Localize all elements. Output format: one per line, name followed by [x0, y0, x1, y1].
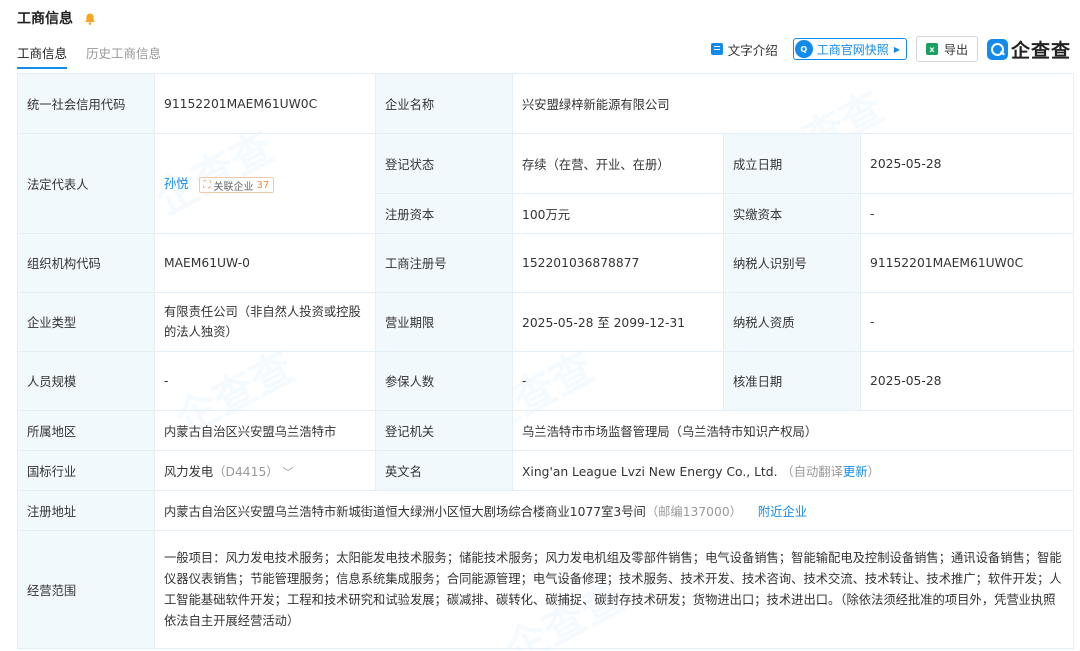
export-label: 导出 — [943, 42, 968, 57]
table-row: 法定代表人 孙悦 ⛶ 关联企业 37 登记状态 存续（在营、开业、在册） 成立日… — [17, 133, 1075, 234]
reg-status-label: 登记状态 — [375, 133, 513, 194]
region-value: 内蒙古自治区兴安盟乌兰浩特市 — [154, 410, 376, 451]
snapshot-badge-icon: Q — [794, 40, 813, 58]
reg-authority-value: 乌兰浩特市市场监督管理局（乌兰浩特市知识产权局） — [511, 410, 1075, 451]
biz-term-label: 营业期限 — [375, 292, 513, 352]
english-name-label: 英文名 — [375, 450, 513, 491]
bell-icon[interactable] — [83, 11, 97, 25]
scope-label: 经营范围 — [17, 530, 155, 649]
qichacha-logo: 企查查 — [986, 36, 1071, 63]
excel-icon: x — [925, 43, 938, 55]
tab-history-business-info[interactable]: 历史工商信息 — [86, 43, 161, 69]
industry-code: （D4415） — [213, 464, 279, 479]
table-row: 经营范围 一般项目：风力发电技术服务；太阳能发电技术服务；储能技术服务；风力发电… — [17, 530, 1075, 649]
table-row: 企业类型 有限责任公司（非自然人投资或控股的法人独资） 营业期限 2025-05… — [17, 292, 1075, 352]
nearby-companies-link[interactable]: 附近企业 — [758, 505, 807, 519]
english-name-value: Xing'an League Lvzi New Energy Co., Ltd. — [522, 464, 778, 479]
org-code-value: MAEM61UW-0 — [154, 233, 376, 293]
section-title: 工商信息 — [17, 11, 73, 27]
approval-date-value: 2025-05-28 — [859, 351, 1075, 411]
industry-cell[interactable]: 风力发电（D4415） ﹀ — [154, 450, 376, 491]
chevron-down-icon[interactable]: ﹀ — [282, 466, 293, 479]
established-value: 2025-05-28 — [859, 133, 1075, 194]
business-info-table: 统一社会信用代码 91152201MAEM61UW0C 企业名称 兴安盟绿梓新能… — [17, 73, 1075, 649]
address-cell: 内蒙古自治区兴安盟乌兰浩特市新城街道恒大绿洲小区恒大剧场综合楼商业1077室3号… — [153, 490, 1075, 531]
text-intro-label: 文字介绍 — [727, 42, 778, 58]
credit-code-value: 91152201MAEM61UW0C — [154, 73, 376, 134]
logo-mark-icon — [986, 38, 1008, 60]
org-code-label: 组织机构代码 — [17, 233, 155, 293]
table-row: 人员规模 - 参保人数 - 核准日期 2025-05-28 — [17, 351, 1075, 411]
toolbar: 文字介绍 Q 工商官网快照 ▶ x 导出 企查查 — [710, 36, 1071, 63]
legal-rep-cell: 孙悦 ⛶ 关联企业 37 — [154, 133, 376, 234]
taxpayer-id-label: 纳税人识别号 — [723, 233, 861, 293]
company-name-label: 企业名称 — [375, 73, 513, 134]
play-arrow-icon: ▶ — [893, 44, 900, 54]
tab-bar: 工商信息 历史工商信息 — [17, 43, 180, 69]
table-row: 国标行业 风力发电（D4415） ﹀ 英文名 Xing'an League Lv… — [17, 450, 1075, 491]
section-header: 工商信息 — [17, 8, 97, 28]
text-intro-button[interactable]: 文字介绍 — [710, 40, 778, 59]
industry-value: 风力发电 — [164, 464, 214, 479]
auto-translate-close: ） — [867, 464, 880, 479]
address-label: 注册地址 — [17, 490, 155, 531]
credit-code-label: 统一社会信用代码 — [17, 73, 155, 134]
staff-size-label: 人员规模 — [17, 351, 155, 411]
export-button[interactable]: x 导出 — [915, 36, 978, 62]
english-name-cell: Xing'an League Lvzi New Energy Co., Ltd.… — [511, 450, 1075, 491]
snapshot-label: 工商官网快照 — [816, 42, 889, 57]
document-icon — [710, 43, 723, 55]
related-count: 37 — [256, 179, 270, 191]
tab-business-info[interactable]: 工商信息 — [17, 43, 68, 69]
taxpayer-id-value: 91152201MAEM61UW0C — [859, 233, 1075, 293]
reg-no-value: 152201036878877 — [512, 233, 724, 293]
reg-authority-label: 登记机关 — [375, 410, 513, 451]
staff-size-value: - — [154, 351, 376, 411]
table-row: 组织机构代码 MAEM61UW-0 工商注册号 152201036878877 … — [17, 233, 1075, 293]
postcode: （邮编137000） — [645, 504, 742, 519]
region-label: 所属地区 — [17, 410, 155, 451]
legal-rep-label: 法定代表人 — [17, 133, 155, 234]
company-name-value: 兴安盟绿梓新能源有限公司 — [511, 73, 1075, 134]
table-row: 统一社会信用代码 91152201MAEM61UW0C 企业名称 兴安盟绿梓新能… — [17, 73, 1075, 134]
biz-term-value: 2025-05-28 至 2099-12-31 — [512, 292, 724, 352]
reg-capital-label: 注册资本 — [375, 193, 513, 234]
insured-label: 参保人数 — [375, 351, 513, 411]
reg-status-value: 存续（在营、开业、在册） — [512, 133, 724, 194]
company-type-value: 有限责任公司（非自然人投资或控股的法人独资） — [154, 292, 376, 352]
reg-capital-value: 100万元 — [512, 193, 724, 234]
address-value: 内蒙古自治区兴安盟乌兰浩特市新城街道恒大绿洲小区恒大剧场综合楼商业1077室3号… — [164, 504, 646, 519]
auto-translate-note: （自动翻译 — [781, 464, 843, 479]
related-companies-badge[interactable]: ⛶ 关联企业 37 — [198, 177, 275, 194]
taxpayer-qual-value: - — [859, 292, 1075, 352]
logo-text: 企查查 — [1010, 39, 1071, 62]
legal-rep-link[interactable]: 孙悦 — [164, 177, 189, 191]
table-row: 所属地区 内蒙古自治区兴安盟乌兰浩特市 登记机关 乌兰浩特市市场监督管理局（乌兰… — [17, 410, 1075, 451]
taxpayer-qual-label: 纳税人资质 — [723, 292, 861, 352]
insured-value: - — [512, 351, 724, 411]
company-type-label: 企业类型 — [17, 292, 155, 352]
table-row: 注册地址 内蒙古自治区兴安盟乌兰浩特市新城街道恒大绿洲小区恒大剧场综合楼商业10… — [17, 490, 1075, 531]
paid-capital-label: 实缴资本 — [723, 193, 861, 234]
paid-capital-value: - — [859, 193, 1075, 234]
related-label: 关联企业 — [213, 181, 254, 193]
approval-date-label: 核准日期 — [723, 351, 861, 411]
update-link[interactable]: 更新 — [843, 465, 868, 479]
scope-value: 一般项目：风力发电技术服务；太阳能发电技术服务；储能技术服务；风力发电机组及零部… — [153, 530, 1075, 649]
industry-label: 国标行业 — [17, 450, 155, 491]
official-snapshot-button[interactable]: Q 工商官网快照 ▶ — [792, 38, 907, 60]
network-icon: ⛶ — [203, 179, 211, 191]
reg-no-label: 工商注册号 — [375, 233, 513, 293]
established-label: 成立日期 — [723, 133, 861, 194]
